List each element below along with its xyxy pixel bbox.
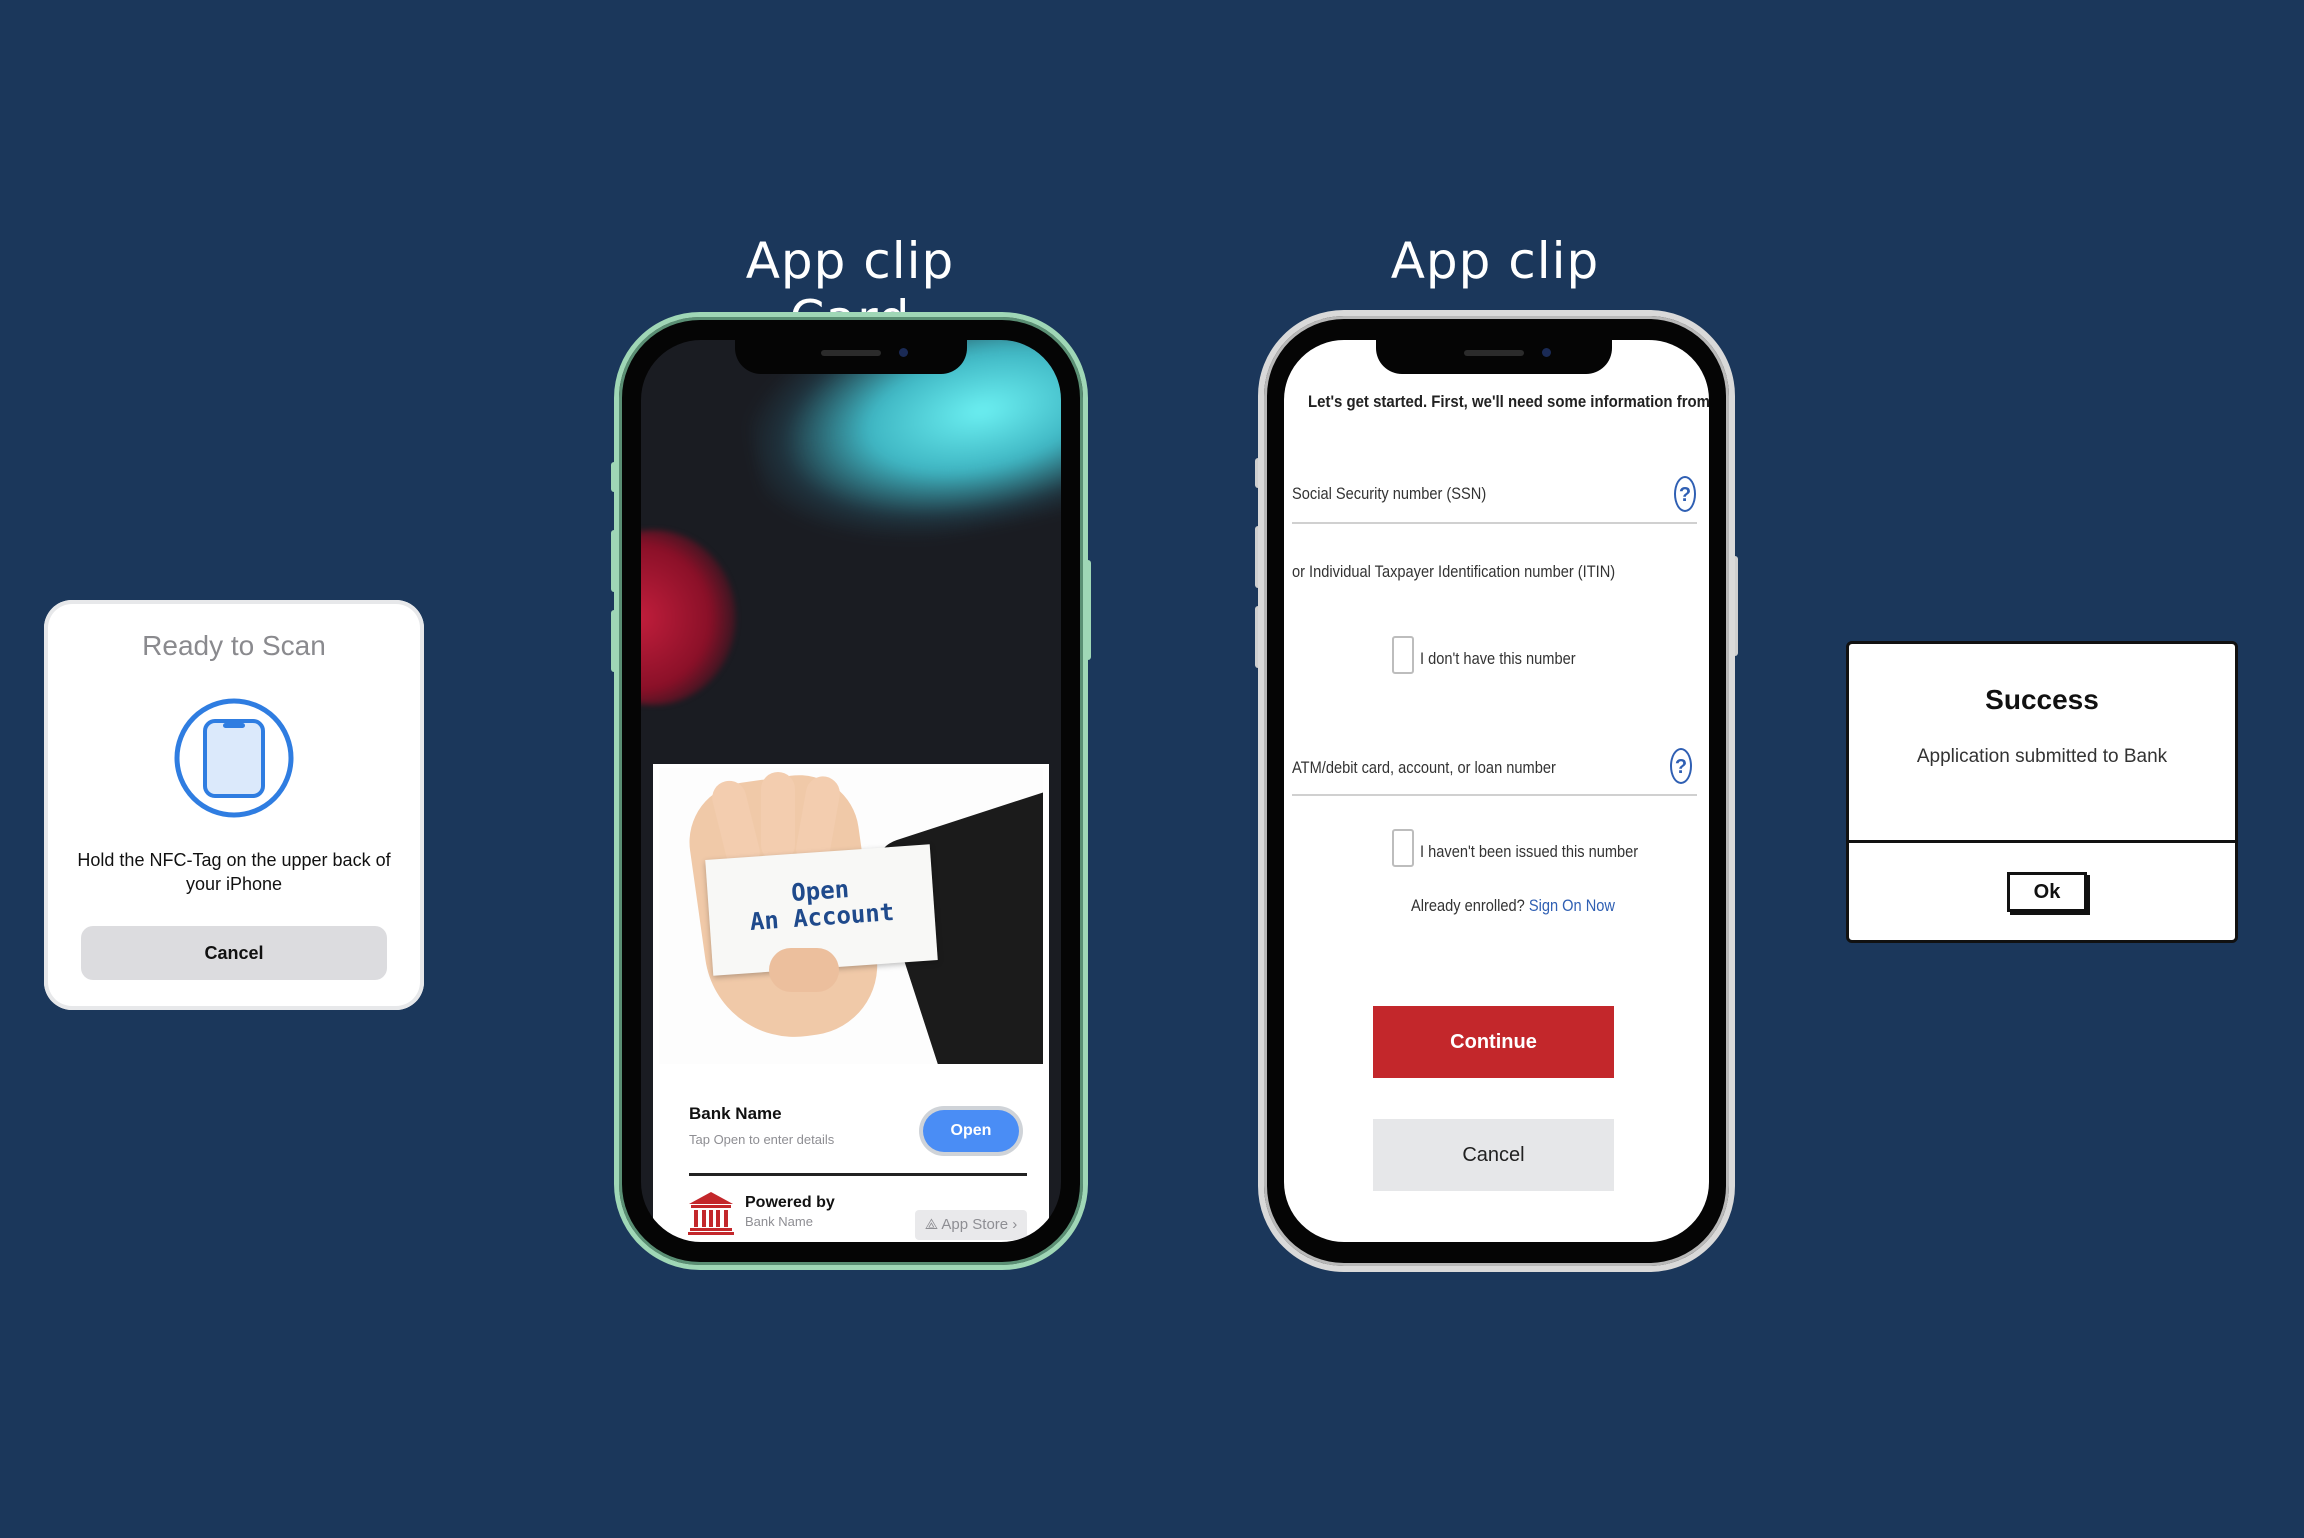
chevron-right-icon: › bbox=[1008, 1216, 1018, 1233]
card-hero-image: Open An Account bbox=[659, 768, 1043, 1064]
itin-label: or Individual Taxpayer Identification nu… bbox=[1292, 562, 1616, 581]
ok-button[interactable]: Ok bbox=[2007, 872, 2087, 912]
phone2-screen: Let's get started. First, we'll need som… bbox=[1284, 340, 1709, 1242]
card-divider bbox=[689, 1173, 1027, 1176]
app-clip-label: App clip bbox=[1390, 232, 1600, 290]
phone1-camera bbox=[899, 348, 908, 357]
phone-scan-icon bbox=[174, 698, 294, 818]
app-store-label: App Store bbox=[941, 1216, 1009, 1233]
bank-building-icon bbox=[688, 1192, 734, 1235]
account-underline bbox=[1292, 794, 1697, 796]
phone1-speaker bbox=[821, 350, 881, 356]
finger bbox=[761, 772, 795, 862]
bank-name: Bank Name bbox=[689, 1104, 782, 1123]
form-heading: Let's get started. First, we'll need som… bbox=[1308, 392, 1709, 411]
powered-by-label: Powered by bbox=[745, 1194, 835, 1211]
open-button[interactable]: Open bbox=[923, 1110, 1019, 1152]
no-number-label: I don't have this number bbox=[1420, 649, 1576, 668]
phone-app-clip-card: Open An Account Bank Name Tap Open to en… bbox=[614, 312, 1088, 1270]
nfc-title: Ready to Scan bbox=[142, 630, 326, 661]
phone2-speaker bbox=[1464, 350, 1524, 356]
powered-by-name: Bank Name bbox=[745, 1214, 813, 1229]
not-issued-checkbox[interactable] bbox=[1392, 829, 1414, 867]
phone-app-clip: Let's get started. First, we'll need som… bbox=[1258, 310, 1735, 1272]
ssn-field[interactable]: Social Security number (SSN) bbox=[1292, 484, 1486, 504]
continue-button[interactable]: Continue bbox=[1373, 1006, 1614, 1078]
success-dialog: Success Application submitted to Bank Ok bbox=[1846, 641, 2238, 943]
success-message: Application submitted to Bank bbox=[1916, 746, 2168, 767]
success-divider bbox=[1849, 840, 2235, 843]
account-field[interactable]: ATM/debit card, account, or loan number bbox=[1292, 758, 1556, 778]
sign-on-link[interactable]: Sign On Now bbox=[1529, 896, 1615, 915]
phone1-notch bbox=[735, 340, 967, 374]
app-store-icon: ⟁ bbox=[924, 1216, 942, 1233]
not-issued-label: I haven't been issued this number bbox=[1420, 842, 1639, 861]
phone1-screen: Open An Account Bank Name Tap Open to en… bbox=[641, 340, 1061, 1242]
bokeh-red bbox=[641, 530, 736, 705]
already-enrolled-label: Already enrolled? bbox=[1411, 896, 1525, 915]
account-help-icon[interactable]: ? bbox=[1670, 748, 1692, 784]
nfc-instructions: Hold the NFC-Tag on the upper back of yo… bbox=[77, 850, 391, 894]
already-enrolled-text: Already enrolled? Sign On Now bbox=[1411, 896, 1615, 916]
nfc-cancel-button[interactable]: Cancel bbox=[81, 926, 387, 980]
ssn-help-icon[interactable]: ? bbox=[1674, 476, 1696, 512]
phone2-camera bbox=[1542, 348, 1551, 357]
phone2-notch bbox=[1376, 340, 1612, 374]
app-store-link[interactable]: ⟁ App Store › bbox=[915, 1210, 1027, 1240]
nfc-scan-sheet: Ready to Scan Hold the NFC-Tag on the up… bbox=[44, 600, 424, 1010]
card-subtitle: Tap Open to enter details bbox=[689, 1132, 835, 1147]
bokeh-teal bbox=[731, 340, 1061, 572]
no-number-checkbox[interactable] bbox=[1392, 636, 1414, 674]
thumb bbox=[769, 948, 839, 992]
cancel-button[interactable]: Cancel bbox=[1373, 1119, 1614, 1191]
success-title: Success bbox=[1985, 684, 2099, 715]
ssn-underline bbox=[1292, 522, 1697, 524]
app-clip-card[interactable]: Open An Account Bank Name Tap Open to en… bbox=[653, 764, 1049, 1242]
